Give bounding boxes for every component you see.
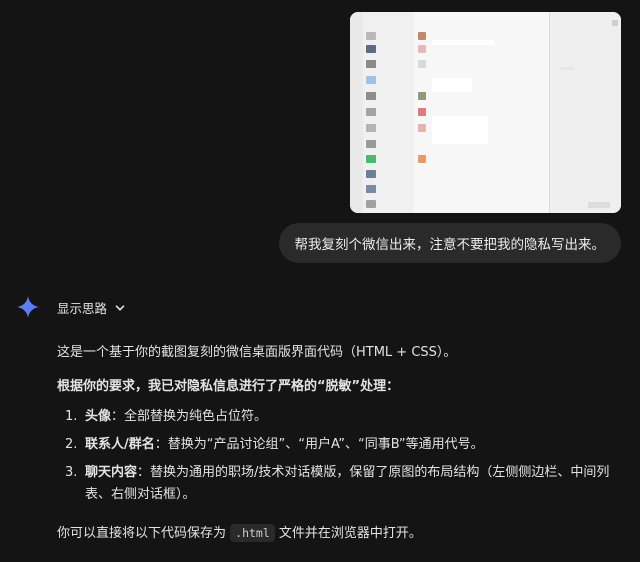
thumbnail-block bbox=[418, 32, 426, 40]
thumbnail-block bbox=[418, 124, 426, 132]
inline-code: .html bbox=[230, 524, 275, 542]
gemini-spark-icon bbox=[17, 296, 39, 318]
closing-text-before: 你可以直接将以下代码保存为 bbox=[57, 526, 227, 541]
list-item-title: 聊天内容 bbox=[85, 465, 138, 480]
list-number: 1. bbox=[65, 409, 78, 424]
thumbnail-block bbox=[418, 155, 426, 163]
show-thoughts-toggle[interactable]: 显示思路 bbox=[57, 298, 125, 317]
attached-screenshot-thumbnail[interactable] bbox=[350, 12, 621, 213]
response-privacy-heading: 根据你的要求，我已对隐私信息进行了严格的“脱敏”处理： bbox=[57, 379, 400, 394]
list-item-text: ：替换为通用的职场/技术对话模版，保留了原图的布局结构（左侧侧边栏、中间列表、右… bbox=[85, 465, 610, 502]
show-thoughts-label: 显示思路 bbox=[57, 301, 108, 316]
response-closing: 你可以直接将以下代码保存为 .html 文件并在浏览器中打开。 bbox=[57, 522, 422, 545]
list-item: 1. 头像：全部替换为纯色占位符。 bbox=[57, 406, 617, 428]
chevron-down-icon bbox=[115, 304, 125, 311]
thumbnail-block bbox=[366, 155, 376, 163]
thumbnail-block bbox=[366, 200, 376, 208]
thumbnail-block bbox=[588, 202, 610, 208]
thumbnail-divider bbox=[549, 12, 550, 213]
user-message-bubble: 帮我复刻个微信出来，注意不要把我的隐私写出来。 bbox=[278, 223, 621, 263]
thumbnail-block bbox=[432, 78, 472, 92]
thumbnail-block bbox=[418, 108, 426, 116]
thumbnail-sidebar bbox=[350, 12, 363, 213]
list-item-text: ：替换为“产品讨论组”、“用户A”、“同事B”等通用代号。 bbox=[154, 437, 484, 452]
thumbnail-block bbox=[366, 124, 376, 132]
user-message-text: 帮我复刻个微信出来，注意不要把我的隐私写出来。 bbox=[294, 237, 606, 253]
list-item-title: 头像 bbox=[85, 409, 112, 424]
thumbnail-block bbox=[432, 40, 494, 45]
list-item: 3. 聊天内容：替换为通用的职场/技术对话模版，保留了原图的布局结构（左侧侧边栏… bbox=[57, 462, 617, 506]
thumbnail-block bbox=[418, 60, 426, 68]
list-number: 2. bbox=[65, 437, 78, 452]
thumbnail-block bbox=[366, 185, 376, 193]
thumbnail-block bbox=[366, 45, 376, 53]
thumbnail-block bbox=[418, 45, 426, 53]
closing-text-after: 文件并在浏览器中打开。 bbox=[278, 526, 422, 541]
thumbnail-block bbox=[366, 76, 376, 84]
thumbnail-block bbox=[432, 116, 488, 144]
privacy-points-list: 1. 头像：全部替换为纯色占位符。 2. 联系人/群名：替换为“产品讨论组”、“… bbox=[57, 406, 617, 512]
thumbnail-block bbox=[560, 67, 574, 70]
thumbnail-block bbox=[418, 92, 426, 100]
thumbnail-block bbox=[612, 20, 618, 26]
chat-page: 帮我复刻个微信出来，注意不要把我的隐私写出来。 显示思路 这是一个基于你的截图复… bbox=[0, 0, 640, 562]
list-item-title: 联系人/群名 bbox=[85, 437, 155, 452]
list-item-text: ：全部替换为纯色占位符。 bbox=[111, 409, 268, 424]
thumbnail-block bbox=[366, 140, 376, 148]
list-item: 2. 联系人/群名：替换为“产品讨论组”、“用户A”、“同事B”等通用代号。 bbox=[57, 434, 617, 456]
response-intro: 这是一个基于你的截图复刻的微信桌面版界面代码（HTML + CSS）。 bbox=[57, 345, 457, 360]
thumbnail-block bbox=[366, 92, 376, 100]
thumbnail-block bbox=[366, 32, 376, 40]
thumbnail-block bbox=[366, 60, 376, 68]
thumbnail-block bbox=[366, 170, 376, 178]
thumbnail-chat-pane bbox=[549, 12, 621, 213]
thumbnail-block bbox=[366, 108, 376, 116]
list-number: 3. bbox=[65, 465, 78, 480]
